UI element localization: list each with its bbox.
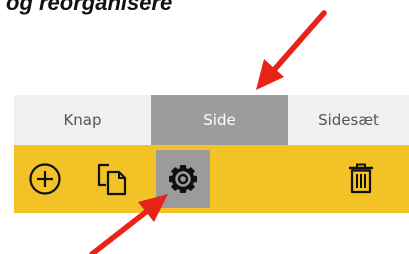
- top-arrow-icon: [256, 10, 327, 90]
- tab-knap[interactable]: Knap: [14, 95, 151, 145]
- page-toolbar: [14, 145, 409, 213]
- add-page-button[interactable]: [28, 162, 62, 196]
- plus-circle-icon: [29, 163, 61, 195]
- tab-side[interactable]: Side: [151, 95, 288, 145]
- trash-icon: [349, 163, 373, 194]
- gear-icon: [169, 165, 197, 193]
- copy-icon: [97, 163, 127, 196]
- tab-sidesaet[interactable]: Sidesæt: [288, 95, 409, 145]
- duplicate-page-button[interactable]: [94, 159, 134, 199]
- tab-bar: Knap Side Sidesæt: [14, 95, 409, 145]
- page-settings-button[interactable]: [156, 150, 210, 208]
- caption-text: og reorganisere: [6, 0, 173, 15]
- delete-page-button[interactable]: [344, 161, 378, 197]
